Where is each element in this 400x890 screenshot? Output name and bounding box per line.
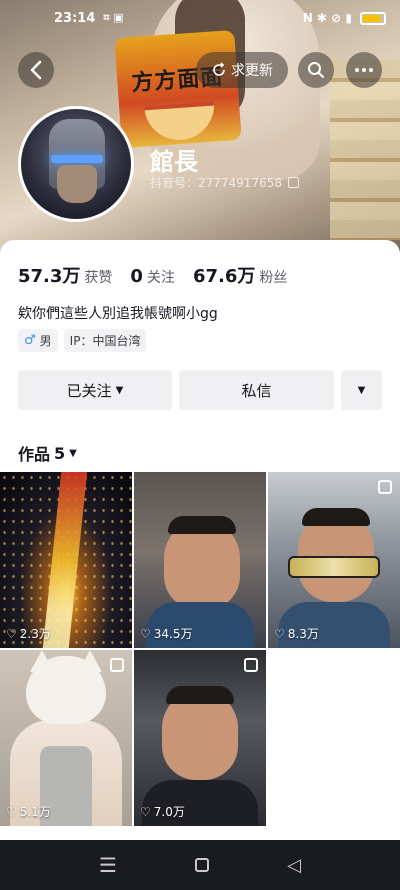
back-button[interactable] xyxy=(18,52,54,88)
menu-icon[interactable]: ☰ xyxy=(99,853,117,877)
followed-label: 已关注 xyxy=(66,381,112,400)
profile-stats: 57.3万 获赞 0 关注 67.6万 粉丝 xyxy=(18,262,287,288)
tab-works[interactable]: 作品 5 ▼ xyxy=(18,441,77,465)
stat-value: 0 xyxy=(130,266,143,287)
profile-tags: ♂ 男 IP：中国台湾 xyxy=(18,329,147,352)
works-label: 作品 xyxy=(18,445,51,464)
multi-image-icon xyxy=(110,658,124,672)
status-bar: 23:14 ⌗ ▣ N ✱ ⊘ ▮ xyxy=(0,0,400,36)
refresh-icon xyxy=(213,62,225,76)
more-button[interactable] xyxy=(346,52,382,88)
more-icon xyxy=(355,68,373,72)
message-button[interactable]: 私信 xyxy=(179,370,334,410)
video-tile[interactable]: ♡ 5.1万 xyxy=(0,650,132,826)
stat-value: 57.3万 xyxy=(18,266,81,287)
ip-tag: IP：中国台湾 xyxy=(63,329,147,352)
likes-count: ♡ 2.3万 xyxy=(6,626,51,642)
stat-label: 获赞 xyxy=(84,270,113,286)
request-update-label: 求更新 xyxy=(231,63,273,79)
likes-count: ♡ 5.1万 xyxy=(6,804,51,820)
video-tile[interactable]: ♡ 8.3万 xyxy=(268,472,400,648)
recommend-toggle-button[interactable]: ▼ xyxy=(341,370,382,410)
caret-down-icon: ▼ xyxy=(69,447,77,459)
heart-icon: ♡ xyxy=(6,804,17,819)
gender-tag: ♂ 男 xyxy=(18,329,58,352)
profile-name: 館長 xyxy=(150,148,198,176)
status-right-icons: N ✱ ⊘ ▮ xyxy=(303,11,386,25)
multi-image-icon xyxy=(378,480,392,494)
profile-card: 57.3万 获赞 0 关注 67.6万 粉丝 欸你們這些人別追我帳號啊小gg ♂… xyxy=(0,240,400,840)
back-triangle-icon[interactable]: ◁ xyxy=(287,855,301,876)
noodle-bowl xyxy=(144,101,217,143)
avatar[interactable] xyxy=(18,106,134,222)
status-left-icons: ⌗ ▣ xyxy=(103,11,124,24)
caret-down-icon: ▼ xyxy=(115,384,124,396)
profile-bio: 欸你們這些人別追我帳號啊小gg xyxy=(18,306,218,322)
search-icon xyxy=(308,62,324,78)
video-grid: ♡ 2.3万 ♡ 34.5万 ♡ 8.3万 ♡ 5.1万 ♡ 7.0万 xyxy=(0,472,400,826)
stat-value: 67.6万 xyxy=(192,266,256,287)
multi-image-icon xyxy=(244,658,258,672)
followed-button[interactable]: 已关注 ▼ xyxy=(18,370,172,410)
douyin-id[interactable]: 抖音号：27774917658 xyxy=(150,174,299,191)
empty-tile xyxy=(268,650,400,826)
search-button[interactable] xyxy=(298,52,334,88)
video-tile[interactable]: ♡ 2.3万 xyxy=(0,472,132,648)
stat-label: 粉丝 xyxy=(259,270,288,286)
stat-likes[interactable]: 57.3万 获赞 xyxy=(18,262,112,288)
heart-icon: ♡ xyxy=(140,804,151,819)
caret-down-icon: ▼ xyxy=(357,384,366,396)
status-time: 23:14 xyxy=(54,10,96,26)
douyin-id-text: 抖音号：27774917658 xyxy=(150,176,282,190)
chevron-left-icon xyxy=(30,60,42,80)
heart-icon: ♡ xyxy=(6,626,17,641)
stat-label: 关注 xyxy=(146,270,175,286)
likes-count: ♡ 34.5万 xyxy=(140,626,193,642)
likes-count: ♡ 8.3万 xyxy=(274,626,319,642)
works-count: 5 xyxy=(54,443,66,463)
heart-icon: ♡ xyxy=(274,626,285,641)
stat-followers[interactable]: 67.6万 粉丝 xyxy=(193,262,287,288)
request-update-button[interactable]: 求更新 xyxy=(196,52,288,88)
heart-icon: ♡ xyxy=(140,626,151,641)
stat-following[interactable]: 0 关注 xyxy=(130,266,175,287)
video-tile[interactable]: ♡ 34.5万 xyxy=(134,472,266,648)
message-label: 私信 xyxy=(241,381,272,400)
video-tile[interactable]: ♡ 7.0万 xyxy=(134,650,266,826)
gender-label: 男 xyxy=(39,334,52,348)
likes-count: ♡ 7.0万 xyxy=(140,804,185,820)
male-icon: ♂ xyxy=(24,333,36,348)
battery-icon xyxy=(360,11,386,25)
copy-icon[interactable] xyxy=(287,177,299,188)
status-indicators: N ✱ ⊘ ▮ xyxy=(302,11,352,25)
home-icon[interactable] xyxy=(195,858,210,872)
system-nav-bar: ☰ ◁ xyxy=(0,840,400,890)
noodle-bag-image: 方方面面 xyxy=(114,29,242,149)
profile-actions: 已关注 ▼ 私信 ▼ xyxy=(18,370,382,410)
